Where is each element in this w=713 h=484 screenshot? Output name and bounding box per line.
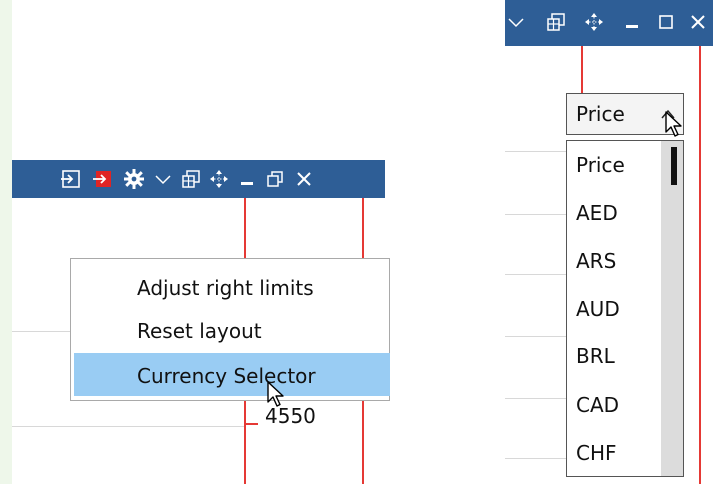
windows-icon[interactable] xyxy=(180,168,202,190)
dropdown-scrollbar[interactable] xyxy=(661,141,683,476)
restore-icon[interactable] xyxy=(264,168,286,190)
currency-dropdown-value: Price xyxy=(576,102,625,126)
grid-line xyxy=(505,398,566,399)
right-chart-toolbar xyxy=(505,0,713,46)
grid-line xyxy=(505,151,566,152)
axis-tick xyxy=(244,423,258,425)
mouse-cursor-icon xyxy=(664,110,688,140)
menu-item-reset-layout[interactable]: Reset layout xyxy=(137,319,262,343)
chevron-down-icon[interactable] xyxy=(505,10,527,34)
currency-option-brl[interactable]: BRL xyxy=(576,344,615,368)
currency-option-aed[interactable]: AED xyxy=(576,201,618,225)
currency-option-aud[interactable]: AUD xyxy=(576,297,620,321)
context-menu: Adjust right limits Reset layout Currenc… xyxy=(70,258,390,401)
left-margin-strip xyxy=(0,0,12,484)
minimize-icon[interactable] xyxy=(236,168,258,190)
grid-line xyxy=(505,274,566,275)
grid-line xyxy=(12,331,72,332)
mouse-cursor-icon xyxy=(266,380,290,410)
move-icon[interactable] xyxy=(583,10,605,34)
windows-icon[interactable] xyxy=(545,10,567,34)
close-icon[interactable] xyxy=(687,10,709,34)
grid-line xyxy=(505,336,566,337)
grid-line xyxy=(12,426,244,427)
currency-option-price[interactable]: Price xyxy=(576,153,625,177)
maximize-icon[interactable] xyxy=(655,10,677,34)
left-chart-toolbar xyxy=(12,160,385,198)
chart-divider-line xyxy=(699,46,701,484)
grid-line xyxy=(505,214,566,215)
import-icon[interactable] xyxy=(60,168,82,190)
currency-dropdown-list: Price AED ARS AUD BRL CAD CHF xyxy=(566,140,684,477)
gear-icon[interactable] xyxy=(122,167,146,191)
minimize-icon[interactable] xyxy=(621,10,643,34)
currency-option-ars[interactable]: ARS xyxy=(576,249,616,273)
currency-option-cad[interactable]: CAD xyxy=(576,393,619,417)
menu-item-adjust-right-limits[interactable]: Adjust right limits xyxy=(137,276,314,300)
grid-line xyxy=(505,458,566,459)
close-icon[interactable] xyxy=(293,168,315,190)
move-icon[interactable] xyxy=(208,168,230,190)
import-red-icon[interactable] xyxy=(92,168,114,190)
chevron-down-icon[interactable] xyxy=(152,168,174,190)
currency-option-chf[interactable]: CHF xyxy=(576,441,617,465)
chart-divider-line xyxy=(581,46,583,93)
dropdown-scrollbar-thumb[interactable] xyxy=(671,147,677,185)
